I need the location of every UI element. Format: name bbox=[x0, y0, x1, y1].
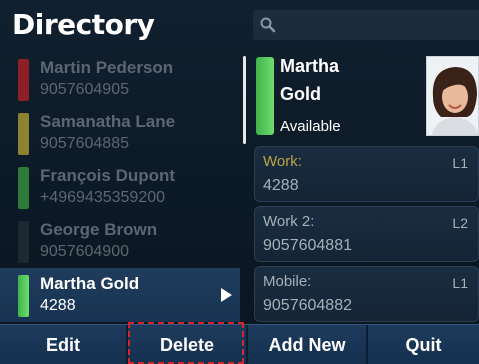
list-item[interactable]: George Brown 9057604900 bbox=[12, 214, 240, 268]
contact-name: Samanatha Lane bbox=[40, 112, 176, 131]
contact-photo bbox=[427, 57, 478, 135]
chevron-right-icon bbox=[221, 288, 232, 302]
field-value: 9057604881 bbox=[263, 237, 352, 254]
phone-field-mobile[interactable]: Mobile: 9057604882 L1 bbox=[254, 266, 479, 322]
page-title: Directory bbox=[12, 8, 155, 41]
quit-button[interactable]: Quit bbox=[368, 325, 479, 364]
field-label: Mobile: bbox=[263, 273, 312, 290]
search-icon bbox=[260, 17, 276, 33]
phone-field-work[interactable]: Work: 4288 L1 bbox=[254, 146, 479, 202]
list-item-selected[interactable]: Martha Gold 4288 bbox=[0, 268, 240, 322]
contact-name: George Brown bbox=[40, 220, 158, 239]
field-value: 4288 bbox=[263, 177, 299, 194]
list-item[interactable]: François Dupont +4969435359200 bbox=[12, 160, 240, 214]
line-indicator: L2 bbox=[452, 215, 468, 231]
edit-button[interactable]: Edit bbox=[0, 325, 126, 364]
field-label: Work 2: bbox=[263, 213, 315, 230]
search-input[interactable] bbox=[253, 10, 479, 40]
contact-number: +4969435359200 bbox=[40, 189, 166, 206]
contact-number: 9057604905 bbox=[40, 81, 129, 98]
line-indicator: L1 bbox=[452, 275, 468, 291]
field-label: Work: bbox=[263, 153, 302, 170]
directory-screen: Directory Martin Pederson 9057604905 Sam… bbox=[0, 0, 479, 364]
presence-indicator bbox=[18, 221, 29, 263]
detail-last-name: Gold bbox=[280, 84, 321, 104]
presence-indicator bbox=[18, 167, 29, 209]
scrollbar[interactable] bbox=[243, 56, 246, 144]
contact-list[interactable]: Martin Pederson 9057604905 Samanatha Lan… bbox=[0, 52, 240, 324]
detail-first-name: Martha bbox=[280, 56, 340, 76]
presence-indicator-large bbox=[256, 57, 274, 135]
add-new-button[interactable]: Add New bbox=[248, 325, 366, 364]
field-value: 9057604882 bbox=[263, 297, 352, 314]
contact-number: 4288 bbox=[40, 297, 76, 314]
presence-indicator bbox=[18, 59, 29, 101]
avatar bbox=[426, 56, 479, 136]
list-item[interactable]: Martin Pederson 9057604905 bbox=[12, 52, 240, 106]
contact-name: Martha Gold bbox=[40, 274, 140, 293]
list-item[interactable]: Samanatha Lane 9057604885 bbox=[12, 106, 240, 160]
delete-highlight-box bbox=[128, 322, 244, 364]
detail-status: Available bbox=[280, 118, 341, 135]
contact-number: 9057604900 bbox=[40, 243, 129, 260]
presence-indicator bbox=[18, 113, 29, 155]
presence-indicator bbox=[18, 275, 29, 317]
contact-number: 9057604885 bbox=[40, 135, 129, 152]
phone-field-work-2[interactable]: Work 2: 9057604881 L2 bbox=[254, 206, 479, 262]
contact-name: Martin Pederson bbox=[40, 58, 174, 77]
contact-name: François Dupont bbox=[40, 166, 176, 185]
line-indicator: L1 bbox=[452, 155, 468, 171]
